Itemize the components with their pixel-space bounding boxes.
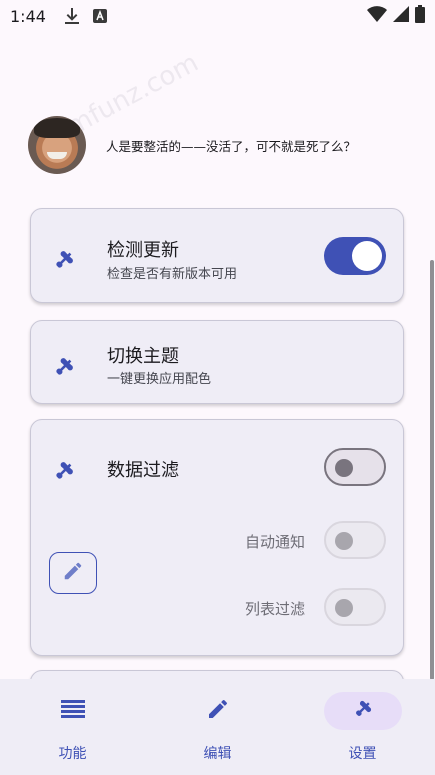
switch-theme-subtitle: 一键更换应用配色 xyxy=(107,372,212,387)
signal-icon xyxy=(393,6,409,26)
list-filter-label: 列表过滤 xyxy=(244,600,305,618)
list-icon xyxy=(60,699,85,723)
profile-header: 人是要整活的——没活了，可不就是死了么？ xyxy=(28,116,356,174)
status-bar: 1:44 xyxy=(0,0,435,32)
switch-theme-card[interactable]: 切换主题 一键更换应用配色 xyxy=(30,320,404,404)
check-update-subtitle: 检查是否有新版本可用 xyxy=(107,267,238,282)
nav-label-settings: 设置 xyxy=(348,746,377,762)
check-update-card[interactable]: 检测更新 检查是否有新版本可用 xyxy=(30,208,404,303)
nav-label-edit: 编辑 xyxy=(203,746,232,762)
plugin-icon xyxy=(353,699,373,723)
auto-notify-label: 自动通知 xyxy=(244,533,305,551)
wifi-icon xyxy=(367,6,387,26)
text-a-icon xyxy=(92,8,108,24)
status-time: 1:44 xyxy=(10,6,46,26)
switch-theme-title: 切换主题 xyxy=(107,346,179,367)
nav-label-functions: 功能 xyxy=(58,746,87,762)
list-filter-toggle[interactable] xyxy=(324,588,386,626)
battery-icon xyxy=(415,5,425,27)
profile-motto: 人是要整活的——没活了，可不就是死了么？ xyxy=(106,138,357,154)
data-filter-toggle[interactable] xyxy=(324,448,386,486)
check-update-toggle[interactable] xyxy=(324,237,386,275)
bottom-navigation: 功能 编辑 设置 xyxy=(0,679,435,775)
data-filter-title: 数据过滤 xyxy=(107,460,179,481)
nav-item-settings[interactable]: 设置 xyxy=(290,679,435,775)
download-icon xyxy=(64,8,80,24)
edit-filter-button[interactable] xyxy=(49,552,97,594)
pencil-icon xyxy=(206,697,230,725)
data-filter-card: 数据过滤 自动通知 列表过滤 xyxy=(30,419,404,656)
nav-item-functions[interactable]: 功能 xyxy=(0,679,145,775)
plugin-icon xyxy=(53,460,75,482)
auto-notify-toggle[interactable] xyxy=(324,521,386,559)
plugin-icon xyxy=(53,356,75,378)
nav-item-edit[interactable]: 编辑 xyxy=(145,679,290,775)
scrollbar[interactable] xyxy=(430,260,434,680)
plugin-icon xyxy=(53,249,75,271)
check-update-title: 检测更新 xyxy=(107,240,179,261)
pencil-icon xyxy=(62,560,84,586)
avatar[interactable] xyxy=(28,116,86,174)
